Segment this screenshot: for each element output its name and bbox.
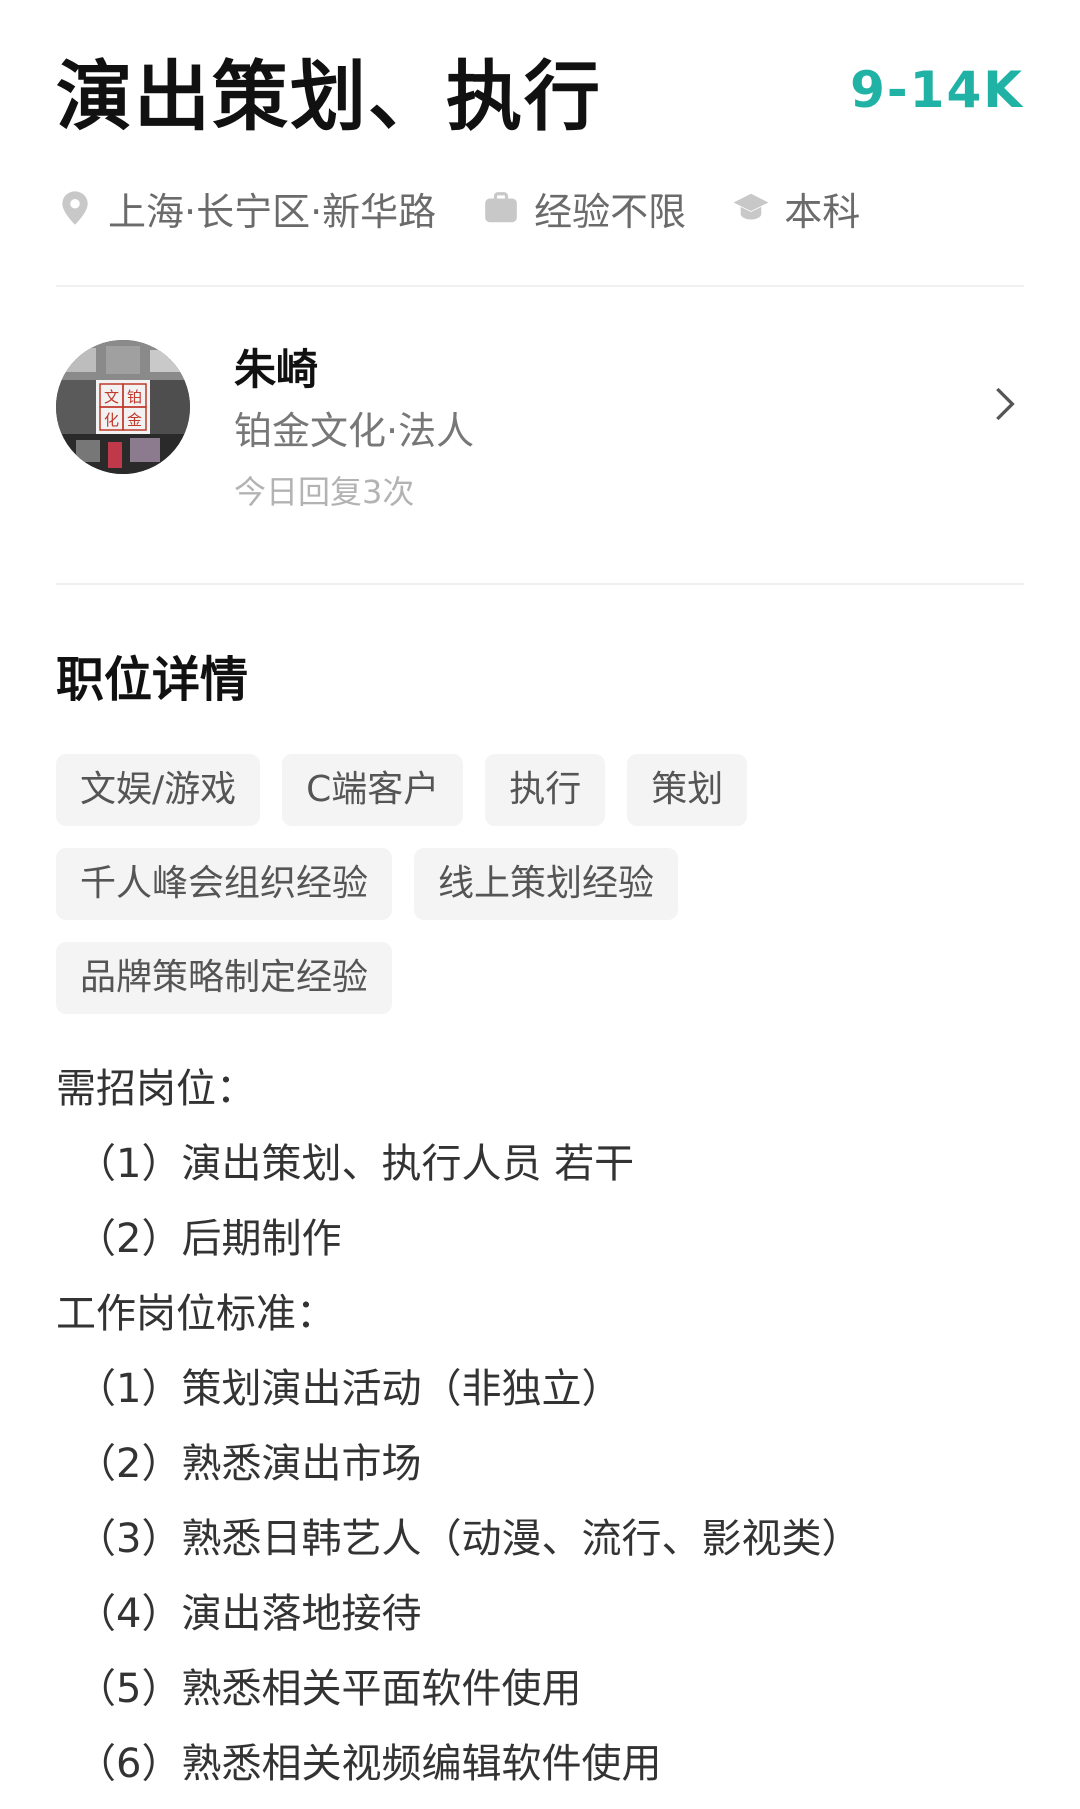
chevron-right-icon[interactable]	[984, 384, 1024, 424]
avatar[interactable]: 文 铂 化 金	[56, 340, 190, 474]
briefcase-icon	[485, 192, 518, 223]
description-line: （4）演出落地接待	[76, 1591, 422, 1637]
recruiter-company: 铂金文化·法人	[234, 409, 475, 453]
job-title: 演出策划、执行	[56, 52, 602, 141]
recruiter-info: 朱崎 铂金文化·法人 今日回复3次	[234, 340, 474, 520]
description-line: （6）熟悉相关视频编辑软件使用	[76, 1741, 662, 1787]
tag: 执行	[485, 754, 606, 826]
description-line: （1）策划演出活动（非独立）	[76, 1366, 622, 1412]
tag: 千人峰会组织经验	[56, 848, 393, 920]
recruiter-card[interactable]: 文 铂 化 金 朱崎 铂金文化·法人 今日回复3次	[56, 340, 1024, 530]
job-detail-page: 演出策划、执行 9-14K 上海·长宁区·新华路 经验不限 本科 文 铂 化 金…	[0, 0, 1080, 1809]
skill-tags: 文娱/游戏 C端客户 执行 策划 千人峰会组织经验 线上策划经验 品牌策略制定经…	[56, 754, 1024, 1036]
description-line: 工作岗位标准：	[56, 1291, 336, 1337]
title-row: 演出策划、执行 9-14K	[56, 40, 1024, 141]
divider	[56, 583, 1024, 585]
avatar-logo-char-2: 铂	[127, 388, 142, 406]
location-text: 上海·长宁区·新华路	[108, 189, 437, 234]
experience-meta: 经验不限	[482, 181, 686, 236]
description-line: （2）后期制作	[76, 1216, 342, 1262]
salary: 9-14K	[850, 61, 1024, 119]
avatar-image: 文 铂 化 金	[56, 340, 190, 474]
graduation-cap-icon	[733, 193, 769, 220]
description-line: （2）熟悉演出市场	[76, 1441, 422, 1487]
description-line: （3）熟悉日韩艺人（动漫、流行、影视类）	[76, 1516, 862, 1562]
job-description: 需招岗位： （1）演出策划、执行人员 若干 （2）后期制作 工作岗位标准： （1…	[56, 1052, 1024, 1802]
description-line: （5）熟悉相关平面软件使用	[76, 1666, 582, 1712]
tag: 品牌策略制定经验	[56, 942, 393, 1014]
description-line: （1）演出策划、执行人员 若干	[76, 1141, 635, 1187]
section-title: 职位详情	[56, 652, 249, 708]
description-line: 需招岗位：	[56, 1066, 256, 1112]
tag: 文娱/游戏	[56, 754, 261, 826]
recruiter-name: 朱崎	[234, 345, 319, 394]
job-meta-row: 上海·长宁区·新华路 经验不限 本科	[56, 178, 1024, 238]
avatar-logo-char-4: 金	[127, 411, 142, 429]
education-text: 本科	[784, 189, 861, 234]
avatar-logo-char-1: 文	[104, 388, 119, 406]
divider	[56, 285, 1024, 287]
tag: 策划	[627, 754, 748, 826]
location-pin-icon	[62, 191, 88, 225]
avatar-logo-char-3: 化	[104, 411, 119, 429]
recruiter-reply-info: 今日回复3次	[234, 473, 415, 511]
tag: C端客户	[282, 754, 464, 826]
tag: 线上策划经验	[414, 848, 679, 920]
location-meta: 上海·长宁区·新华路	[56, 181, 436, 236]
experience-text: 经验不限	[534, 189, 687, 234]
education-meta: 本科	[732, 181, 860, 236]
